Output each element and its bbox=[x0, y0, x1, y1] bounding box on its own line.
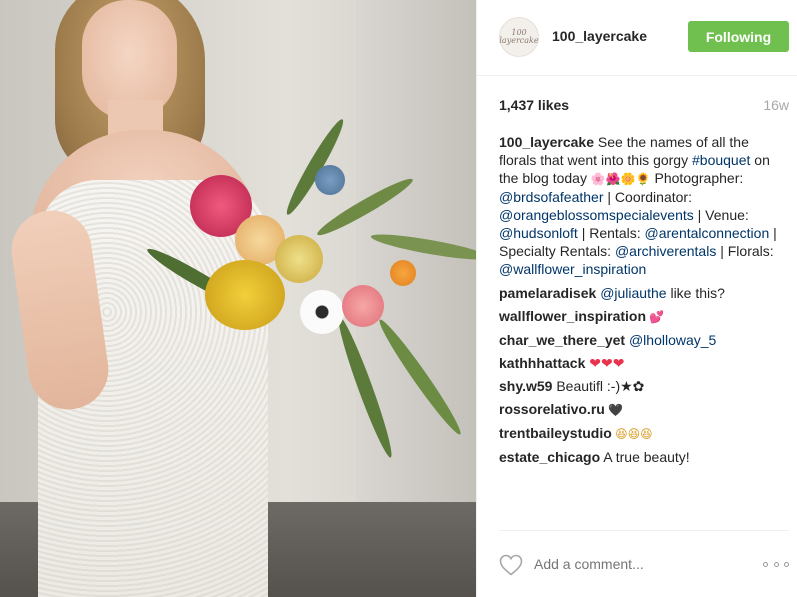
comment-text: ❤❤❤ bbox=[585, 355, 625, 371]
instagram-post: 100 layercake 100_layercake Following 1,… bbox=[0, 0, 797, 597]
caption-text: Photographer: bbox=[650, 170, 744, 186]
heart-icon[interactable] bbox=[499, 554, 523, 576]
caption: 100_layercake See the names of all the f… bbox=[499, 133, 789, 278]
bouquet-leaf bbox=[374, 315, 466, 439]
bouquet-anemone bbox=[300, 290, 344, 334]
post-stats: 1,437 likes 16w bbox=[499, 97, 789, 113]
comment-username[interactable]: shy.w59 bbox=[499, 378, 552, 394]
bouquet-rose bbox=[275, 235, 323, 283]
more-dot bbox=[763, 561, 768, 567]
comment-item: estate_chicago A true beauty! bbox=[499, 448, 789, 466]
comment-username[interactable]: trentbaileystudio bbox=[499, 425, 612, 441]
mention-link[interactable]: @wallflower_inspiration bbox=[499, 261, 646, 277]
more-options-icon[interactable] bbox=[763, 555, 789, 573]
comment-item: shy.w59 Beautifl :-)★✿ bbox=[499, 377, 789, 395]
post-sidebar: 100 layercake 100_layercake Following 1,… bbox=[476, 0, 797, 597]
post-footer bbox=[499, 530, 789, 597]
bouquet-thistle bbox=[315, 165, 345, 195]
caption-text: | Coordinator: bbox=[603, 189, 692, 205]
comment-text: Beautifl :-)★✿ bbox=[552, 378, 645, 394]
photo-bouquet bbox=[110, 115, 476, 480]
mention-link[interactable]: @brdsofafeather bbox=[499, 189, 604, 205]
bouquet-ranunculus bbox=[390, 260, 416, 286]
comment-username[interactable]: pamelaradisek bbox=[499, 285, 596, 301]
comment-item: char_we_there_yet @lholloway_5 bbox=[499, 331, 789, 349]
comment-item: wallflower_inspiration 💕 bbox=[499, 307, 789, 326]
mention-link[interactable]: @juliauthe bbox=[600, 285, 666, 301]
header-username[interactable]: 100_layercake bbox=[552, 28, 647, 44]
caption-text: | Venue: bbox=[693, 207, 749, 223]
comment-username[interactable]: rossorelativo.ru bbox=[499, 401, 605, 417]
comment-text: like this? bbox=[666, 285, 725, 301]
more-dot bbox=[784, 561, 789, 567]
comment-item: trentbaileystudio 😆😆😆 bbox=[499, 424, 789, 443]
following-button[interactable]: Following bbox=[688, 21, 789, 52]
comment-item: rossorelativo.ru 🖤 bbox=[499, 400, 789, 419]
more-dot bbox=[773, 561, 779, 567]
comment-list: 100_layercake See the names of all the f… bbox=[499, 133, 789, 471]
bouquet-mimosa bbox=[205, 260, 285, 330]
comment-username[interactable]: estate_chicago bbox=[499, 449, 600, 465]
avatar[interactable]: 100 layercake bbox=[499, 17, 539, 57]
comment-item: pamelaradisek @juliauthe like this? bbox=[499, 284, 789, 302]
comment-text: 💕 bbox=[646, 310, 665, 324]
mention-link[interactable]: @archiverentals bbox=[615, 243, 716, 259]
likes-count[interactable]: 1,437 likes bbox=[499, 97, 569, 113]
comment-text: 😆😆😆 bbox=[611, 427, 653, 441]
bouquet-ranunculus bbox=[342, 285, 384, 327]
comment-username[interactable]: wallflower_inspiration bbox=[499, 308, 646, 324]
mention-link[interactable]: @arentalconnection bbox=[645, 225, 770, 241]
avatar-logo-text: 100 layercake bbox=[499, 28, 539, 45]
comment-item: kathhhattack ❤❤❤ bbox=[499, 354, 789, 372]
hashtag-link[interactable]: #bouquet bbox=[692, 152, 750, 168]
comment-text: A true beauty! bbox=[600, 449, 690, 465]
caption-text: | Rentals: bbox=[577, 225, 645, 241]
post-photo[interactable] bbox=[0, 0, 476, 597]
bouquet-leaf bbox=[369, 229, 476, 265]
post-header: 100 layercake 100_layercake Following bbox=[477, 0, 797, 76]
comment-text: 🖤 bbox=[604, 403, 624, 417]
add-comment-input[interactable] bbox=[534, 556, 734, 572]
caption-text: | Florals: bbox=[716, 243, 774, 259]
comment-username[interactable]: kathhhattack bbox=[499, 355, 585, 371]
post-age[interactable]: 16w bbox=[763, 97, 789, 113]
caption-username[interactable]: 100_layercake bbox=[499, 134, 594, 150]
mention-link[interactable]: @lholloway_5 bbox=[629, 332, 716, 348]
mention-link[interactable]: @hudsonloft bbox=[499, 225, 578, 241]
comment-username[interactable]: char_we_there_yet bbox=[499, 332, 625, 348]
caption-emojis: 🌸🌺🌼🌻 bbox=[590, 172, 651, 186]
mention-link[interactable]: @orangeblossomspecialevents bbox=[499, 207, 694, 223]
